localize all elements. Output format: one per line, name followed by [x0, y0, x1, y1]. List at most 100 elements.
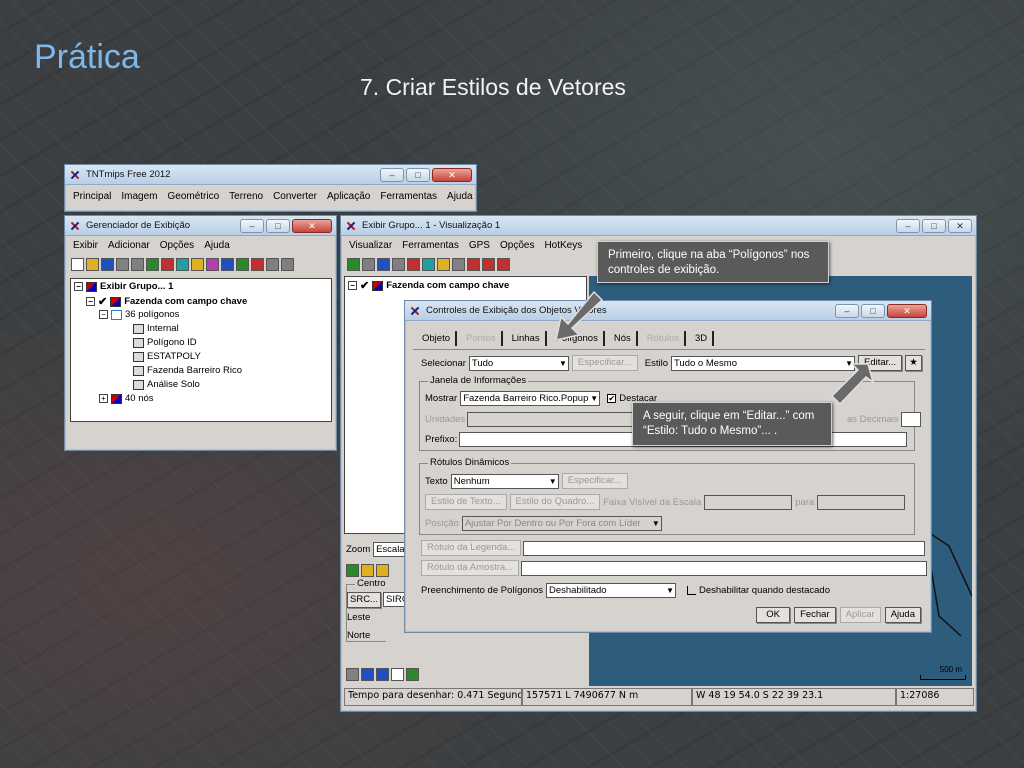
maximize-button[interactable]: □ — [266, 218, 290, 233]
binoculars-icon[interactable] — [392, 257, 405, 271]
close-button[interactable]: ✕ — [948, 218, 972, 233]
tree-row-table[interactable]: Fazenda Barreiro Rico — [133, 365, 242, 376]
ok-button[interactable]: OK — [756, 607, 791, 623]
collapse-icon[interactable]: − — [348, 281, 357, 290]
arrows-icon[interactable] — [467, 257, 480, 271]
tree-row-table[interactable]: ESTATPOLY — [133, 351, 201, 362]
menu-converter[interactable]: Converter — [273, 191, 317, 202]
zoom-out-icon[interactable] — [497, 257, 510, 271]
menu-opcoes[interactable]: Opções — [160, 240, 194, 251]
show-dropdown[interactable]: Fazenda Barreiro Rico.Popup — [460, 391, 601, 406]
redraw-icon[interactable] — [347, 257, 360, 271]
highlight-checkbox[interactable]: ✔ — [607, 394, 617, 403]
select-dropdown[interactable]: Tudo — [468, 355, 569, 371]
maximize-button[interactable]: □ — [861, 303, 885, 318]
menu-ferramentas[interactable]: Ferramentas — [380, 191, 437, 202]
collapse-icon[interactable]: − — [86, 297, 95, 306]
menu-opcoes[interactable]: Opções — [500, 240, 534, 251]
measure-icon[interactable] — [422, 257, 435, 271]
specify-button[interactable]: Especificar... — [571, 355, 638, 371]
sample-label-button[interactable]: Rótulo da Amostra... — [421, 560, 520, 576]
tree-row-table[interactable]: Polígono ID — [133, 337, 197, 348]
table-icon[interactable] — [266, 257, 279, 271]
maximize-button[interactable]: □ — [406, 167, 430, 182]
menu-aplicacao[interactable]: Aplicação — [327, 191, 370, 202]
tntmips-titlebar[interactable]: TNTmips Free 2012 – □ ✕ — [65, 165, 476, 185]
add-shape-icon[interactable] — [191, 257, 204, 271]
menu-hotkeys[interactable]: HotKeys — [544, 240, 582, 251]
tab-objeto[interactable]: Objeto — [417, 331, 457, 346]
pan-icon[interactable] — [362, 257, 375, 271]
tree-row-nodes[interactable]: + 40 nós — [99, 393, 154, 404]
help-icon[interactable] — [452, 257, 465, 271]
add-region-icon[interactable] — [221, 257, 234, 271]
tree-row-table[interactable]: Análise Solo — [133, 379, 200, 390]
close-button[interactable]: ✕ — [432, 167, 472, 182]
overview-icon[interactable] — [406, 668, 419, 681]
menu-ajuda[interactable]: Ajuda — [204, 240, 230, 251]
magnifier-icon[interactable] — [391, 668, 404, 681]
disable-highlight-checkbox[interactable] — [687, 586, 696, 595]
text-style-button[interactable]: Estilo de Texto... — [425, 494, 507, 510]
layers-icon[interactable] — [346, 668, 359, 681]
help-button[interactable]: Ajuda — [884, 607, 921, 623]
view-titlebar[interactable]: Exibir Grupo... 1 - Visualização 1 – □ ✕ — [341, 216, 976, 236]
save-icon[interactable] — [101, 257, 114, 271]
minimize-button[interactable]: – — [240, 218, 264, 233]
apply-button[interactable]: Aplicar — [839, 607, 881, 623]
menu-imagem[interactable]: Imagem — [121, 191, 157, 202]
menu-ajuda[interactable]: Ajuda — [447, 191, 473, 202]
stop-icon[interactable] — [482, 257, 495, 271]
text-specify-button[interactable]: Especificar... — [561, 473, 628, 489]
frame-style-button[interactable]: Estilo do Quadro... — [509, 494, 601, 510]
tree-row-layer[interactable]: − ✔ Fazenda com campo chave — [86, 295, 247, 308]
src-button[interactable]: SRC... — [347, 592, 381, 608]
list-icon[interactable] — [281, 257, 294, 271]
add-raster-icon[interactable] — [146, 257, 159, 271]
decimals-field[interactable] — [900, 412, 921, 427]
checkmark-icon[interactable]: ✔ — [98, 295, 107, 308]
sample-label-field[interactable] — [521, 560, 928, 576]
menu-terreno[interactable]: Terreno — [229, 191, 263, 202]
new-icon[interactable] — [71, 257, 84, 271]
close-dialog-button[interactable]: Fechar — [794, 607, 836, 623]
dialog-titlebar[interactable]: Controles de Exibição dos Objetos Vetore… — [405, 301, 931, 321]
tab-3d[interactable]: 3D — [690, 331, 715, 346]
add-vector-icon[interactable] — [161, 257, 174, 271]
zoom-tool-icon[interactable] — [361, 564, 374, 577]
position-dropdown[interactable]: Ajustar Por Dentro ou Por Fora com Líder — [461, 516, 662, 531]
checkmark-icon[interactable]: ✔ — [360, 279, 369, 292]
add-grid-icon[interactable] — [236, 257, 249, 271]
layer-icon[interactable] — [131, 257, 144, 271]
menu-ferramentas[interactable]: Ferramentas — [402, 240, 459, 251]
range-from-field[interactable] — [704, 494, 793, 510]
collapse-icon[interactable]: − — [74, 282, 83, 291]
select-icon[interactable] — [407, 257, 420, 271]
zoom-tool-icon[interactable] — [346, 564, 359, 577]
zoom-tool-icon[interactable] — [376, 564, 389, 577]
minimize-button[interactable]: – — [835, 303, 859, 318]
fill-dropdown[interactable]: Deshabilitado — [546, 583, 676, 598]
zoom-in-icon[interactable] — [361, 668, 374, 681]
expand-icon[interactable]: + — [99, 394, 108, 403]
menu-exibir[interactable]: Exibir — [73, 240, 98, 251]
tab-nos[interactable]: Nós — [609, 331, 638, 346]
text-dropdown[interactable]: Nenhum — [450, 473, 559, 489]
add-text-icon[interactable] — [251, 257, 264, 271]
tree-row-polygons[interactable]: − 36 polígonos — [99, 309, 179, 320]
tree-row-table[interactable]: Internal — [133, 323, 179, 334]
close-button[interactable]: ✕ — [292, 218, 332, 233]
legend-label-field[interactable] — [523, 540, 926, 556]
maximize-button[interactable]: □ — [922, 218, 946, 233]
print-icon[interactable] — [116, 257, 129, 271]
menu-adicionar[interactable]: Adicionar — [108, 240, 150, 251]
minimize-button[interactable]: – — [896, 218, 920, 233]
minimize-button[interactable]: – — [380, 167, 404, 182]
menu-principal[interactable]: Principal — [73, 191, 111, 202]
legend-label-button[interactable]: Rótulo da Legenda... — [421, 540, 522, 556]
tab-rotulos[interactable]: Rótulos — [642, 331, 686, 346]
tree-row-group[interactable]: − Exibir Grupo... 1 — [74, 281, 173, 292]
open-icon[interactable] — [86, 257, 99, 271]
add-cad-icon[interactable] — [176, 257, 189, 271]
close-button[interactable]: ✕ — [887, 303, 927, 318]
